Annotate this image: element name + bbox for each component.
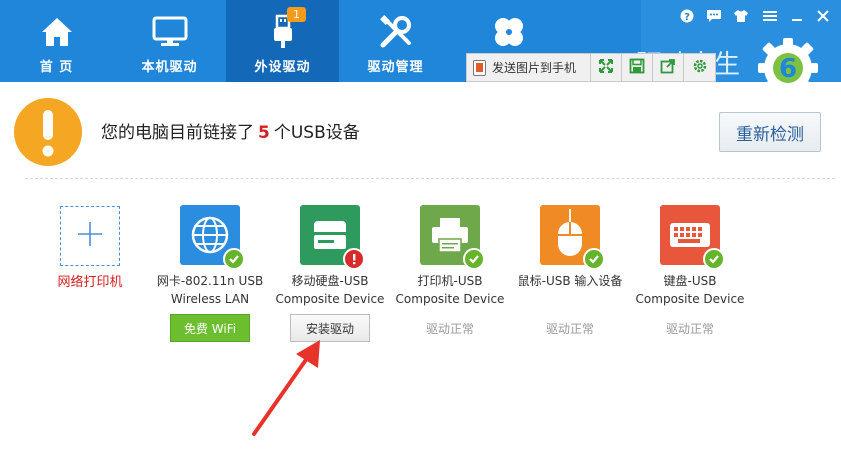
driver-status-normal: 驱动正常 [545, 322, 594, 336]
usb-status-message: 您的电脑目前链接了 5 个USB设备 [101, 118, 360, 143]
redetect-button[interactable]: 重新检测 [719, 112, 821, 152]
status-suffix: 个USB设备 [273, 123, 360, 143]
monitor-icon [150, 14, 190, 50]
device-count: 5 [258, 123, 270, 143]
svg-text:?: ? [684, 12, 690, 23]
home-icon [37, 14, 77, 50]
expand-button[interactable] [591, 54, 622, 81]
share-button[interactable] [653, 54, 684, 81]
send-to-phone-button[interactable]: 发送图片到手机 [467, 54, 591, 81]
device-card-wireless-lan: 网卡-802.11n USB Wireless LAN [150, 205, 270, 308]
send-to-phone-label: 发送图片到手机 [492, 61, 577, 75]
tab-local-drivers-label: 本机驱动 [141, 60, 198, 75]
device-card-keyboard: 键盘-USB Composite Device [630, 205, 750, 308]
device-card-hard-drive: 移动硬盘-USB Composite Device [270, 205, 390, 308]
warning-icon [13, 97, 83, 167]
phone-icon [473, 59, 486, 76]
settings-icon [692, 58, 708, 78]
tools-icon [376, 14, 416, 50]
close-icon[interactable] [813, 7, 833, 25]
add-network-printer-label[interactable]: 网络打印机 [40, 271, 140, 290]
plus-icon [75, 219, 105, 253]
tab-local-drivers[interactable]: 本机驱动 [113, 0, 226, 82]
settings-button[interactable] [684, 54, 715, 81]
tab-home-label: 首 页 [39, 60, 74, 75]
skin-icon[interactable] [731, 7, 751, 25]
annotation-arrow [248, 338, 338, 438]
share-icon [660, 58, 676, 78]
ok-check-icon [583, 248, 605, 270]
driver-status-normal: 驱动正常 [425, 322, 474, 336]
tab-driver-management-label: 驱动管理 [367, 60, 424, 75]
expand-icon [598, 58, 614, 78]
mouse-icon [540, 205, 605, 270]
section-divider [25, 178, 835, 179]
save-icon [629, 58, 645, 78]
device-name: 键盘-USB Composite Device [635, 274, 745, 306]
hard-drive-icon [300, 205, 365, 270]
menu-icon[interactable] [760, 7, 780, 25]
ok-check-icon [463, 248, 485, 270]
brand-logo: 6 [752, 30, 824, 102]
screenshot-toolbar: 发送图片到手机 [466, 53, 716, 82]
ok-check-icon [223, 248, 245, 270]
device-name: 鼠标-USB 输入设备 [517, 274, 623, 288]
device-name: 网卡-802.11n USB Wireless LAN [156, 274, 264, 306]
save-button[interactable] [622, 54, 653, 81]
device-card-mouse: 鼠标-USB 输入设备 [510, 205, 630, 290]
tab-peripheral-drivers-label: 外设驱动 [254, 60, 311, 75]
free-wifi-button[interactable]: 免费 WiFi [170, 314, 250, 342]
message-icon[interactable] [704, 7, 724, 25]
notification-badge: 1 [287, 7, 306, 22]
device-card-printer: 打印机-USB Composite Device [390, 205, 510, 308]
printer-icon [420, 205, 485, 270]
status-prefix: 您的电脑目前链接了 [101, 123, 254, 143]
device-name: 移动硬盘-USB Composite Device [275, 274, 385, 306]
device-name: 打印机-USB Composite Device [395, 274, 505, 306]
driver-status-normal: 驱动正常 [665, 322, 714, 336]
tab-home[interactable]: 首 页 [0, 0, 113, 82]
add-network-printer-button[interactable] [60, 206, 120, 266]
brand-logo-number: 6 [779, 54, 797, 84]
minimize-icon[interactable] [787, 7, 807, 25]
tab-driver-management[interactable]: 驱动管理 [339, 0, 452, 82]
error-icon [343, 248, 365, 270]
keyboard-icon [660, 205, 725, 270]
globe-icon [180, 205, 245, 270]
tab-peripheral-drivers[interactable]: 1 外设驱动 [226, 0, 339, 82]
ok-check-icon [703, 248, 725, 270]
help-icon[interactable]: ? [677, 7, 697, 25]
clover-icon [489, 14, 529, 50]
